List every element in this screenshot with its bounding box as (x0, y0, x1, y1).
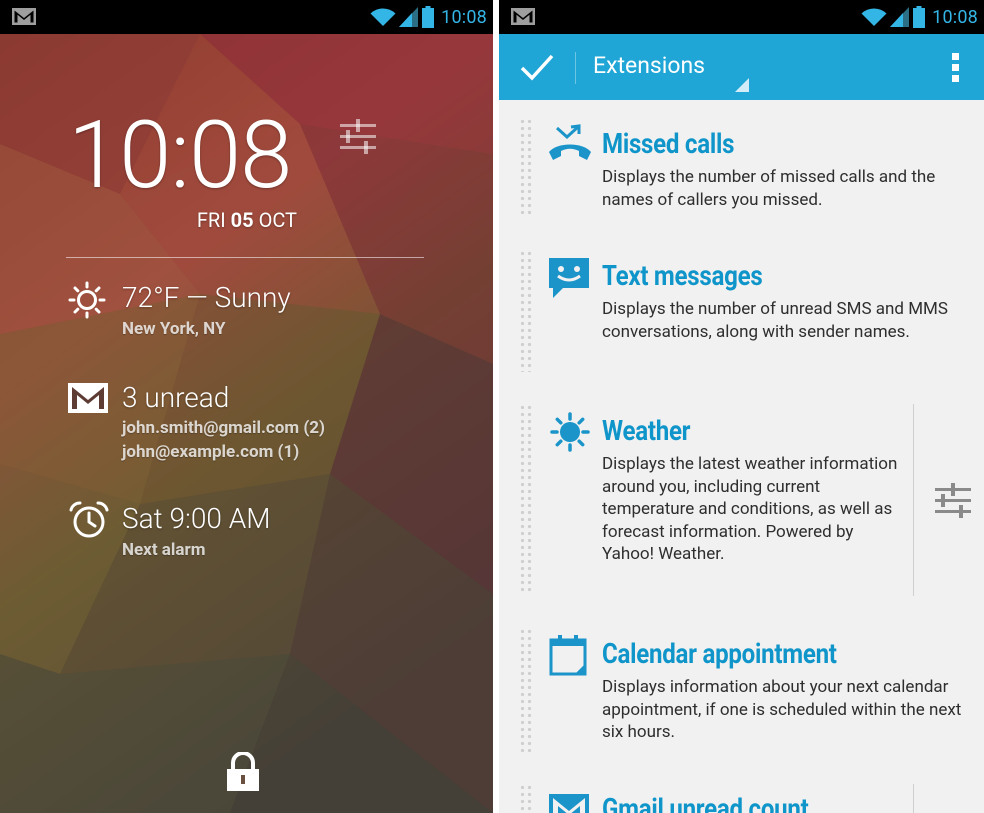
extension-title: Weather (602, 414, 691, 447)
weather-title: 72°F — Sunny (122, 281, 291, 314)
drag-handle[interactable] (519, 784, 533, 813)
drag-handle[interactable] (519, 404, 533, 594)
lockscreen-clock: 10:08 (68, 100, 292, 210)
extension-item-calendar[interactable]: Calendar appointment Displays informatio… (499, 616, 984, 756)
alarm-subtitle: Next alarm (122, 540, 206, 560)
extension-item-missed-calls[interactable]: Missed calls Displays the number of miss… (499, 100, 984, 220)
lockscreen-weather[interactable]: 72°F — Sunny New York, NY (68, 281, 428, 341)
alarm-clock-icon (69, 501, 109, 538)
extension-description: Displays the number of unread SMS and MM… (602, 299, 948, 342)
settings-sliders-icon[interactable] (935, 482, 971, 518)
status-time: 10:08 (441, 6, 487, 28)
wifi-icon (861, 8, 887, 26)
action-bar: Extensions (499, 34, 984, 100)
gmail-line-1: john.smith@gmail.com (2) (122, 418, 326, 438)
lock-icon[interactable] (225, 752, 261, 792)
extension-description: Displays the number of missed calls and … (602, 167, 936, 210)
alarm-title: Sat 9:00 AM (122, 502, 271, 535)
extension-title: Gmail unread count (602, 792, 809, 813)
wifi-icon (370, 8, 396, 26)
extension-title: Text messages (602, 259, 763, 292)
extension-divider (913, 784, 914, 813)
sms-icon (549, 258, 589, 298)
battery-icon (422, 6, 435, 28)
extension-item-text-messages[interactable]: Text messages Displays the number of unr… (499, 238, 984, 378)
date-month: OCT (258, 208, 297, 232)
weather-location: New York, NY (122, 319, 226, 339)
extension-description: Displays the latest weather information … (602, 454, 898, 565)
overflow-menu-icon[interactable] (952, 52, 960, 82)
date-number: 05 (230, 208, 254, 232)
gmail-line-2: john@example.com (1) (122, 442, 300, 462)
status-bar: 10:08 (499, 0, 984, 34)
status-bar: 10:08 (0, 0, 493, 34)
gmail-icon (549, 794, 589, 813)
done-check-icon[interactable] (519, 52, 555, 82)
lockscreen-divider (66, 257, 424, 258)
status-time: 10:08 (932, 6, 978, 28)
missed-call-icon (549, 124, 591, 160)
action-bar-title[interactable]: Extensions (593, 54, 705, 77)
date-day: FRI (196, 208, 226, 232)
gmail-icon (68, 383, 108, 413)
extension-title: Missed calls (602, 127, 735, 160)
lockscreen-alarm[interactable]: Sat 9:00 AM Next alarm (68, 500, 428, 562)
extension-description: Displays information about your next cal… (602, 677, 962, 743)
gmail-notification-icon (12, 8, 36, 25)
gmail-title: 3 unread (122, 381, 230, 414)
lockscreen-panel: 10:08 10:08 FRI 05 OCT 72°F — Sunny New … (0, 0, 493, 813)
calendar-icon (549, 635, 587, 676)
extension-title: Calendar appointment (602, 637, 837, 670)
spinner-indicator-icon[interactable] (735, 78, 749, 92)
lockscreen-date: FRI 05 OCT (197, 210, 297, 230)
extension-divider (913, 404, 914, 596)
sun-icon (550, 412, 590, 452)
extensions-panel: 10:08 Extensions Missed calls Displays t… (499, 0, 984, 813)
drag-handle[interactable] (519, 628, 533, 752)
gmail-notification-icon (511, 8, 535, 25)
drag-handle[interactable] (519, 118, 533, 214)
cell-signal-icon (890, 7, 910, 27)
lockscreen-gmail[interactable]: 3 unread john.smith@gmail.com (2) john@e… (68, 381, 428, 463)
cell-signal-icon (399, 7, 419, 27)
settings-sliders-icon[interactable] (340, 118, 376, 154)
drag-handle[interactable] (519, 250, 533, 372)
battery-icon (913, 6, 926, 28)
extension-item-gmail[interactable]: Gmail unread count (499, 770, 984, 813)
action-bar-divider (575, 52, 576, 84)
sun-icon (68, 281, 106, 319)
extension-item-weather[interactable]: Weather Displays the latest weather info… (499, 392, 984, 604)
